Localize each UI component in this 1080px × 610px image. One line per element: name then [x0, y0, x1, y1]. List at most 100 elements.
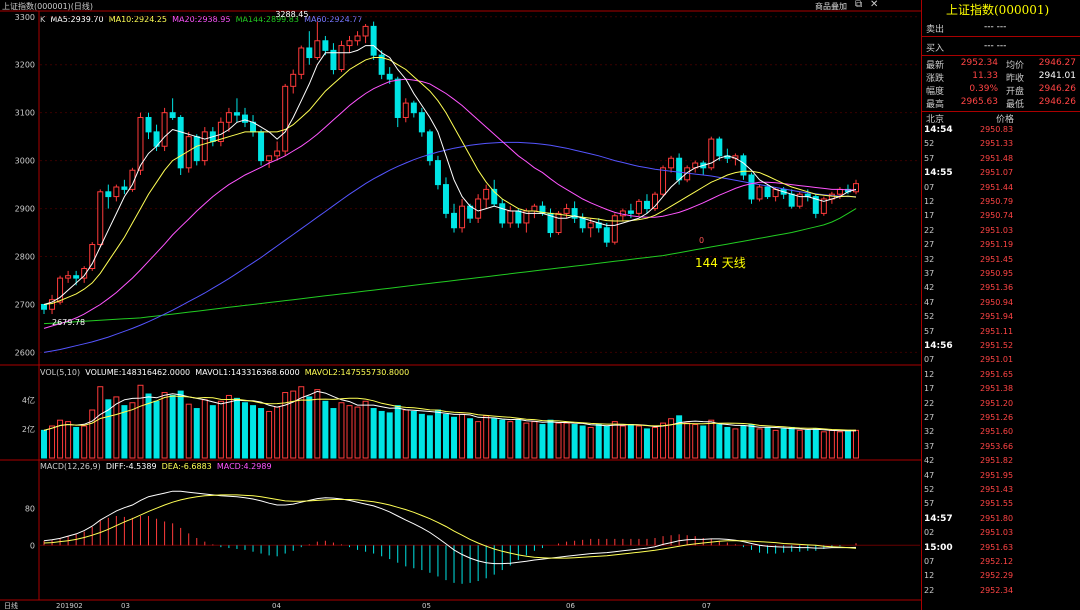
tick-row: 57 2951.55: [924, 499, 1014, 509]
sell-value: --- ---: [984, 22, 1007, 32]
candle-body: [354, 35, 361, 42]
candle-body: [676, 157, 683, 181]
candle-body: [362, 25, 369, 37]
volume-bar: [459, 413, 466, 459]
volume-bar: [354, 406, 361, 459]
candle-body: [346, 40, 353, 47]
candle-body: [225, 112, 232, 123]
candle-body: [201, 131, 208, 162]
tick-header-time: 北京: [926, 115, 945, 125]
macd-tick-label: 80: [25, 505, 35, 514]
candle-body: [587, 222, 594, 229]
tick-row: 42 2951.36: [924, 283, 1014, 293]
volume-bar: [700, 425, 707, 459]
volume-bar: [491, 418, 498, 459]
price-tick-label: 3300: [15, 13, 35, 22]
candle-body: [434, 160, 441, 186]
volume-bar: [467, 418, 474, 459]
stat-value: 2946.27: [1038, 58, 1076, 68]
volume-bar: [442, 413, 449, 459]
candle-body: [643, 200, 650, 210]
volume-bar: [362, 400, 369, 459]
candle-body: [451, 212, 458, 229]
volume-bar: [161, 392, 168, 459]
volume-bar: [563, 422, 570, 459]
candle-body: [475, 198, 482, 219]
candle-body: [322, 40, 329, 51]
volume-bar: [338, 402, 345, 459]
tick-row: 14:54 2950.83: [924, 125, 1014, 135]
tick-row: 17 2950.74: [924, 211, 1014, 221]
candle-body: [748, 174, 755, 200]
candle-body: [241, 114, 248, 123]
price-tick-label: 2900: [15, 205, 35, 214]
volume-bar: [684, 422, 691, 459]
candle-body: [603, 227, 610, 243]
price-tick-label: 3100: [15, 109, 35, 118]
volume-bar: [740, 425, 747, 459]
stat-value: 11.33: [972, 71, 998, 81]
candle-body: [233, 112, 240, 116]
panel-separator: [922, 55, 1080, 56]
stat-value: 0.39%: [969, 84, 998, 94]
volume-bar: [764, 426, 771, 459]
volume-bar: [418, 413, 425, 459]
date-axis-label: 201902: [56, 602, 83, 610]
volume-bar: [539, 424, 546, 459]
volume-bar: [386, 412, 393, 459]
volume-bar: [627, 424, 634, 459]
volume-bar: [796, 429, 803, 459]
volume-bar: [81, 425, 88, 459]
candle-body: [531, 205, 538, 212]
volume-bar: [611, 421, 618, 459]
candle-body: [338, 45, 345, 71]
tick-row: 47 2950.94: [924, 297, 1014, 307]
volume-bar: [233, 397, 240, 459]
stock-chart-window: 上证指数(000001)(日线) 商品叠加 ⧉ ✕ K MA5:2939.70 …: [0, 0, 1080, 610]
volume-bar: [434, 409, 441, 459]
tick-row: 07 2952.12: [924, 557, 1014, 566]
volume-bar: [121, 405, 128, 459]
volume-bar: [346, 405, 353, 459]
price-tick-label: 3200: [15, 61, 35, 70]
volume-bar: [153, 400, 160, 459]
volume-bar: [330, 408, 337, 459]
tick-header-price: 价格: [996, 115, 1015, 125]
volume-bar: [426, 415, 433, 459]
volume-bar: [217, 400, 224, 459]
volume-bar: [692, 424, 699, 459]
candle-body: [193, 136, 200, 162]
candle-body: [169, 112, 176, 118]
candle-body: [290, 73, 297, 87]
low-annotation: 2679.78: [52, 318, 86, 328]
volume-bar: [258, 408, 265, 459]
candle-body: [113, 186, 120, 198]
candle-body: [499, 203, 506, 224]
volume-bar: [780, 428, 787, 459]
volume-bar: [788, 426, 795, 459]
date-axis-label: 06: [566, 602, 575, 610]
tick-row: 52 2951.43: [924, 485, 1014, 494]
date-axis-label: 04: [272, 602, 281, 610]
candle-body: [772, 188, 779, 198]
volume-bar: [177, 390, 184, 459]
volume-bar: [241, 402, 248, 459]
tick-row: 14:55 2951.07: [924, 168, 1014, 179]
volume-bar: [732, 428, 739, 459]
candle-body: [740, 155, 747, 176]
candle-body: [579, 217, 586, 229]
date-axis-label: 05: [422, 602, 431, 610]
volume-bar: [266, 410, 273, 459]
candle-body: [627, 210, 634, 214]
volume-bar: [828, 429, 835, 459]
candle-body: [402, 102, 409, 118]
candle-body: [89, 244, 96, 270]
candle-body: [764, 186, 771, 198]
candle-body: [282, 85, 289, 152]
candle-body: [258, 131, 265, 162]
candle-body: [306, 47, 313, 59]
volume-bar: [89, 409, 96, 459]
tick-row: 02 2951.03: [924, 528, 1014, 538]
tick-row: 22 2952.34: [924, 585, 1014, 595]
tick-row: 12 2951.65: [924, 369, 1014, 379]
